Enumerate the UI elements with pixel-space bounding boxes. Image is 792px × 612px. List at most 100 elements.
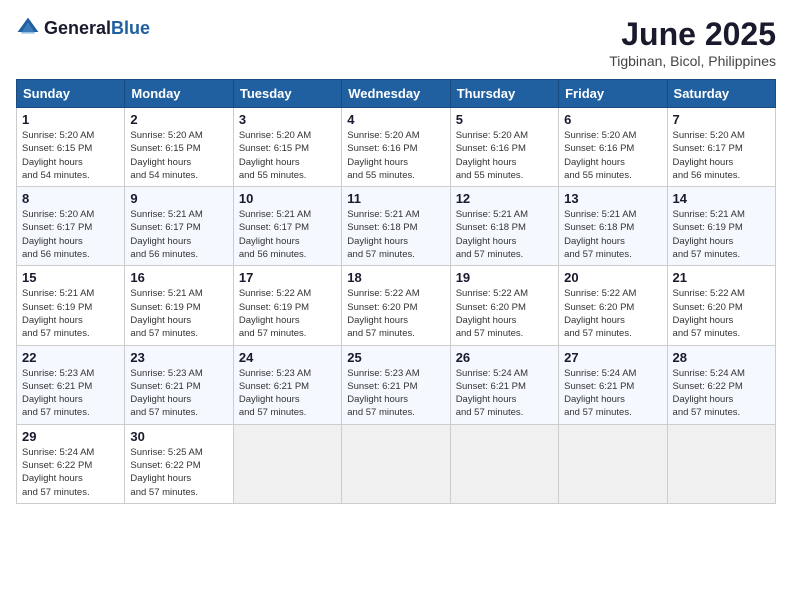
day-number: 19 [456,270,553,285]
table-row: 24 Sunrise: 5:23 AM Sunset: 6:21 PM Dayl… [233,345,341,424]
day-info: Sunrise: 5:21 AM Sunset: 6:19 PM Dayligh… [130,287,227,340]
header-tuesday: Tuesday [233,80,341,108]
day-info: Sunrise: 5:20 AM Sunset: 6:15 PM Dayligh… [22,129,119,182]
table-row: 17 Sunrise: 5:22 AM Sunset: 6:19 PM Dayl… [233,266,341,345]
day-number: 13 [564,191,661,206]
header-saturday: Saturday [667,80,775,108]
day-number: 5 [456,112,553,127]
day-number: 29 [22,429,119,444]
day-number: 24 [239,350,336,365]
table-row: 16 Sunrise: 5:21 AM Sunset: 6:19 PM Dayl… [125,266,233,345]
calendar-row: 22 Sunrise: 5:23 AM Sunset: 6:21 PM Dayl… [17,345,776,424]
day-number: 28 [673,350,770,365]
day-number: 18 [347,270,444,285]
table-row [450,424,558,503]
day-info: Sunrise: 5:21 AM Sunset: 6:17 PM Dayligh… [239,208,336,261]
table-row: 6 Sunrise: 5:20 AM Sunset: 6:16 PM Dayli… [559,108,667,187]
day-number: 6 [564,112,661,127]
table-row: 14 Sunrise: 5:21 AM Sunset: 6:19 PM Dayl… [667,187,775,266]
table-row: 19 Sunrise: 5:22 AM Sunset: 6:20 PM Dayl… [450,266,558,345]
table-row: 23 Sunrise: 5:23 AM Sunset: 6:21 PM Dayl… [125,345,233,424]
day-info: Sunrise: 5:21 AM Sunset: 6:19 PM Dayligh… [673,208,770,261]
day-number: 23 [130,350,227,365]
table-row: 27 Sunrise: 5:24 AM Sunset: 6:21 PM Dayl… [559,345,667,424]
table-row: 26 Sunrise: 5:24 AM Sunset: 6:21 PM Dayl… [450,345,558,424]
day-info: Sunrise: 5:23 AM Sunset: 6:21 PM Dayligh… [22,367,119,420]
header-sunday: Sunday [17,80,125,108]
day-number: 3 [239,112,336,127]
day-info: Sunrise: 5:22 AM Sunset: 6:20 PM Dayligh… [456,287,553,340]
table-row: 21 Sunrise: 5:22 AM Sunset: 6:20 PM Dayl… [667,266,775,345]
header-thursday: Thursday [450,80,558,108]
table-row: 3 Sunrise: 5:20 AM Sunset: 6:15 PM Dayli… [233,108,341,187]
table-row: 5 Sunrise: 5:20 AM Sunset: 6:16 PM Dayli… [450,108,558,187]
day-info: Sunrise: 5:23 AM Sunset: 6:21 PM Dayligh… [130,367,227,420]
day-info: Sunrise: 5:24 AM Sunset: 6:21 PM Dayligh… [456,367,553,420]
day-info: Sunrise: 5:23 AM Sunset: 6:21 PM Dayligh… [239,367,336,420]
day-number: 7 [673,112,770,127]
day-info: Sunrise: 5:22 AM Sunset: 6:20 PM Dayligh… [347,287,444,340]
day-number: 17 [239,270,336,285]
day-number: 12 [456,191,553,206]
title-area: June 2025 Tigbinan, Bicol, Philippines [609,16,776,69]
day-number: 8 [22,191,119,206]
day-info: Sunrise: 5:25 AM Sunset: 6:22 PM Dayligh… [130,446,227,499]
page-header: GeneralBlue June 2025 Tigbinan, Bicol, P… [16,16,776,69]
day-info: Sunrise: 5:20 AM Sunset: 6:16 PM Dayligh… [456,129,553,182]
day-number: 15 [22,270,119,285]
month-year: June 2025 [609,16,776,53]
header-friday: Friday [559,80,667,108]
table-row: 1 Sunrise: 5:20 AM Sunset: 6:15 PM Dayli… [17,108,125,187]
day-info: Sunrise: 5:20 AM Sunset: 6:15 PM Dayligh… [130,129,227,182]
table-row: 15 Sunrise: 5:21 AM Sunset: 6:19 PM Dayl… [17,266,125,345]
day-info: Sunrise: 5:20 AM Sunset: 6:16 PM Dayligh… [564,129,661,182]
day-number: 4 [347,112,444,127]
day-number: 14 [673,191,770,206]
day-info: Sunrise: 5:24 AM Sunset: 6:22 PM Dayligh… [22,446,119,499]
day-number: 9 [130,191,227,206]
day-info: Sunrise: 5:21 AM Sunset: 6:18 PM Dayligh… [564,208,661,261]
weekday-header-row: Sunday Monday Tuesday Wednesday Thursday… [17,80,776,108]
table-row: 30 Sunrise: 5:25 AM Sunset: 6:22 PM Dayl… [125,424,233,503]
day-number: 25 [347,350,444,365]
day-number: 11 [347,191,444,206]
day-info: Sunrise: 5:20 AM Sunset: 6:16 PM Dayligh… [347,129,444,182]
calendar-table: Sunday Monday Tuesday Wednesday Thursday… [16,79,776,504]
day-info: Sunrise: 5:23 AM Sunset: 6:21 PM Dayligh… [347,367,444,420]
day-info: Sunrise: 5:22 AM Sunset: 6:19 PM Dayligh… [239,287,336,340]
table-row [667,424,775,503]
table-row [559,424,667,503]
day-info: Sunrise: 5:20 AM Sunset: 6:17 PM Dayligh… [673,129,770,182]
header-monday: Monday [125,80,233,108]
table-row: 25 Sunrise: 5:23 AM Sunset: 6:21 PM Dayl… [342,345,450,424]
day-number: 16 [130,270,227,285]
calendar-row: 15 Sunrise: 5:21 AM Sunset: 6:19 PM Dayl… [17,266,776,345]
day-number: 30 [130,429,227,444]
day-number: 20 [564,270,661,285]
logo-text-blue: Blue [111,18,150,38]
logo: GeneralBlue [16,16,150,40]
table-row: 9 Sunrise: 5:21 AM Sunset: 6:17 PM Dayli… [125,187,233,266]
table-row: 29 Sunrise: 5:24 AM Sunset: 6:22 PM Dayl… [17,424,125,503]
table-row: 4 Sunrise: 5:20 AM Sunset: 6:16 PM Dayli… [342,108,450,187]
day-info: Sunrise: 5:21 AM Sunset: 6:18 PM Dayligh… [456,208,553,261]
table-row: 11 Sunrise: 5:21 AM Sunset: 6:18 PM Dayl… [342,187,450,266]
table-row [342,424,450,503]
logo-text-general: General [44,18,111,38]
day-number: 22 [22,350,119,365]
table-row: 8 Sunrise: 5:20 AM Sunset: 6:17 PM Dayli… [17,187,125,266]
day-info: Sunrise: 5:22 AM Sunset: 6:20 PM Dayligh… [673,287,770,340]
day-info: Sunrise: 5:20 AM Sunset: 6:15 PM Dayligh… [239,129,336,182]
calendar-row: 8 Sunrise: 5:20 AM Sunset: 6:17 PM Dayli… [17,187,776,266]
day-number: 21 [673,270,770,285]
table-row: 13 Sunrise: 5:21 AM Sunset: 6:18 PM Dayl… [559,187,667,266]
calendar-row: 1 Sunrise: 5:20 AM Sunset: 6:15 PM Dayli… [17,108,776,187]
calendar-row: 29 Sunrise: 5:24 AM Sunset: 6:22 PM Dayl… [17,424,776,503]
day-info: Sunrise: 5:21 AM Sunset: 6:18 PM Dayligh… [347,208,444,261]
table-row [233,424,341,503]
day-info: Sunrise: 5:22 AM Sunset: 6:20 PM Dayligh… [564,287,661,340]
table-row: 7 Sunrise: 5:20 AM Sunset: 6:17 PM Dayli… [667,108,775,187]
table-row: 12 Sunrise: 5:21 AM Sunset: 6:18 PM Dayl… [450,187,558,266]
table-row: 22 Sunrise: 5:23 AM Sunset: 6:21 PM Dayl… [17,345,125,424]
location: Tigbinan, Bicol, Philippines [609,53,776,69]
